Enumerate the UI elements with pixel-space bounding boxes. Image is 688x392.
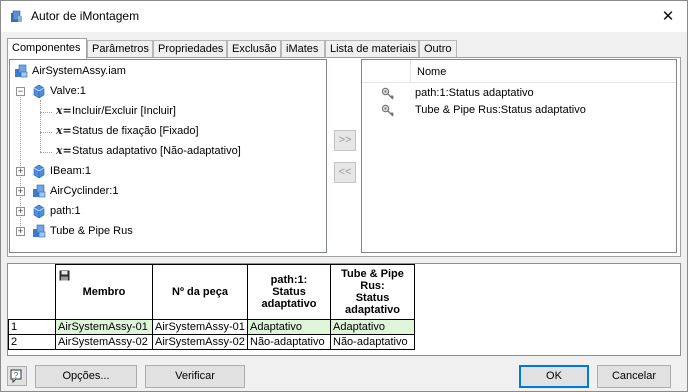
options-button[interactable]: Opções... — [35, 365, 137, 388]
key-icon — [381, 87, 394, 100]
part-icon — [33, 164, 45, 178]
cancel-button[interactable]: Cancelar — [597, 365, 671, 388]
collapse-icon[interactable]: − — [16, 87, 25, 96]
dialog-window: Autor de iMontagem ✕ Componentes Parâmet… — [0, 0, 688, 392]
row-number[interactable]: 1 — [8, 319, 56, 335]
close-icon[interactable]: ✕ — [657, 7, 679, 27]
column-header-tube-pipe-adaptive[interactable]: Tube & Pipe Rus: Status adaptativo — [330, 264, 415, 320]
tab-lista-de-materiais[interactable]: Lista de materiais — [325, 40, 419, 58]
title-bar: Autor de iMontagem ✕ — [1, 1, 687, 32]
list-item[interactable]: path:1:Status adaptativo — [362, 85, 676, 102]
table-cell-member[interactable]: AirSystemAssy-02 — [55, 334, 153, 350]
table-cell-member[interactable]: AirSystemAssy-01 — [55, 319, 153, 335]
ok-button[interactable]: OK — [519, 365, 589, 388]
expand-icon[interactable]: + — [16, 167, 25, 176]
column-header-part-number[interactable]: Nº da peça — [152, 264, 248, 320]
table-cell-path-adaptive[interactable]: Adaptativo — [247, 319, 331, 335]
column-divider — [410, 60, 411, 82]
tree-connector — [40, 100, 41, 152]
tab-propriedades[interactable]: Propriedades — [153, 40, 227, 58]
expand-icon[interactable]: + — [16, 227, 25, 236]
tree-item-label: IBeam:1 — [50, 165, 91, 177]
column-header-name[interactable]: Nome — [417, 66, 446, 78]
column-header-path-adaptive[interactable]: path:1: Status adaptativo — [247, 264, 331, 320]
tab-componentes[interactable]: Componentes — [7, 38, 87, 59]
table-cell-path-adaptive[interactable]: Não-adaptativo — [247, 334, 331, 350]
list-item-label: path:1:Status adaptativo — [415, 87, 534, 99]
table-cell-tube-pipe-adaptive[interactable]: Adaptativo — [330, 319, 415, 335]
tree-item-label: AirCyclinder:1 — [50, 185, 119, 197]
save-icon — [59, 270, 70, 281]
row-number[interactable]: 2 — [8, 334, 56, 350]
tree-item-label: path:1 — [50, 205, 81, 217]
selected-items-list[interactable]: Nome path:1:Status adaptativo Tube & Pip… — [361, 59, 677, 253]
tree-item-label: Status de fixação [Fixado] — [72, 125, 199, 137]
table-cell-part-number[interactable]: AirSystemAssy-02 — [152, 334, 248, 350]
tree-item-label: AirSystemAssy.iam — [32, 65, 126, 77]
tab-exclusao[interactable]: Exclusão — [227, 40, 281, 58]
verify-button[interactable]: Verificar — [145, 365, 245, 388]
tab-parametros[interactable]: Parâmetros — [87, 40, 153, 58]
assembly-icon — [15, 64, 28, 78]
help-icon: ? — [10, 369, 22, 383]
expand-icon[interactable]: + — [16, 187, 25, 196]
key-icon — [381, 104, 394, 117]
parameter-x-icon: x= — [56, 144, 72, 157]
help-glyph: ? — [14, 371, 19, 380]
corner-cell — [8, 264, 56, 320]
component-tree[interactable]: AirSystemAssy.iam − Valve:1 x= Incluir/E… — [9, 59, 327, 253]
column-header-label: Membro — [82, 286, 126, 298]
tree-connector — [40, 112, 52, 113]
tree-connector — [40, 152, 52, 153]
parameter-x-icon: x= — [56, 104, 72, 117]
subassembly-icon — [33, 184, 46, 198]
tree-item-label: Status adaptativo [Não-adaptativo] — [72, 145, 241, 157]
window-title: Autor de iMontagem — [31, 9, 140, 23]
imontagem-app-icon — [11, 10, 22, 22]
tab-outro[interactable]: Outro — [419, 40, 457, 58]
tree-item-label: Incluir/Excluir [Incluir] — [72, 105, 176, 117]
list-item-label: Tube & Pipe Rus:Status adaptativo — [415, 104, 586, 116]
column-header-label: path:1: Status adaptativo — [261, 274, 317, 310]
list-item[interactable]: Tube & Pipe Rus:Status adaptativo — [362, 102, 676, 119]
table-row[interactable]: 2 AirSystemAssy-02 AirSystemAssy-02 Não-… — [8, 334, 415, 350]
parameter-x-icon: x= — [56, 124, 72, 137]
list-header: Nome — [362, 60, 676, 83]
column-header-label: Nº da peça — [172, 286, 228, 298]
tab-imates[interactable]: iMates — [281, 40, 325, 58]
table-row[interactable]: 1 AirSystemAssy-01 AirSystemAssy-01 Adap… — [8, 319, 415, 335]
part-icon — [33, 204, 45, 218]
table-cell-tube-pipe-adaptive[interactable]: Não-adaptativo — [330, 334, 415, 350]
add-to-table-button[interactable]: >> — [334, 130, 356, 151]
member-table: Membro Nº da peça path:1: Status adaptat… — [8, 264, 415, 350]
imontagem-table[interactable]: Membro Nº da peça path:1: Status adaptat… — [7, 263, 681, 356]
tree-connector — [40, 132, 52, 133]
column-header-member[interactable]: Membro — [55, 264, 153, 320]
tree-item-label: Valve:1 — [50, 85, 86, 97]
subassembly-icon — [33, 224, 46, 238]
table-cell-part-number[interactable]: AirSystemAssy-01 — [152, 319, 248, 335]
help-button[interactable]: ? — [7, 366, 27, 386]
remove-from-table-button[interactable]: << — [334, 162, 356, 183]
column-header-label: Tube & Pipe Rus: Status adaptativo — [341, 268, 404, 316]
part-icon — [33, 84, 45, 98]
expand-icon[interactable]: + — [16, 207, 25, 216]
tree-item-label: Tube & Pipe Rus — [50, 225, 133, 237]
